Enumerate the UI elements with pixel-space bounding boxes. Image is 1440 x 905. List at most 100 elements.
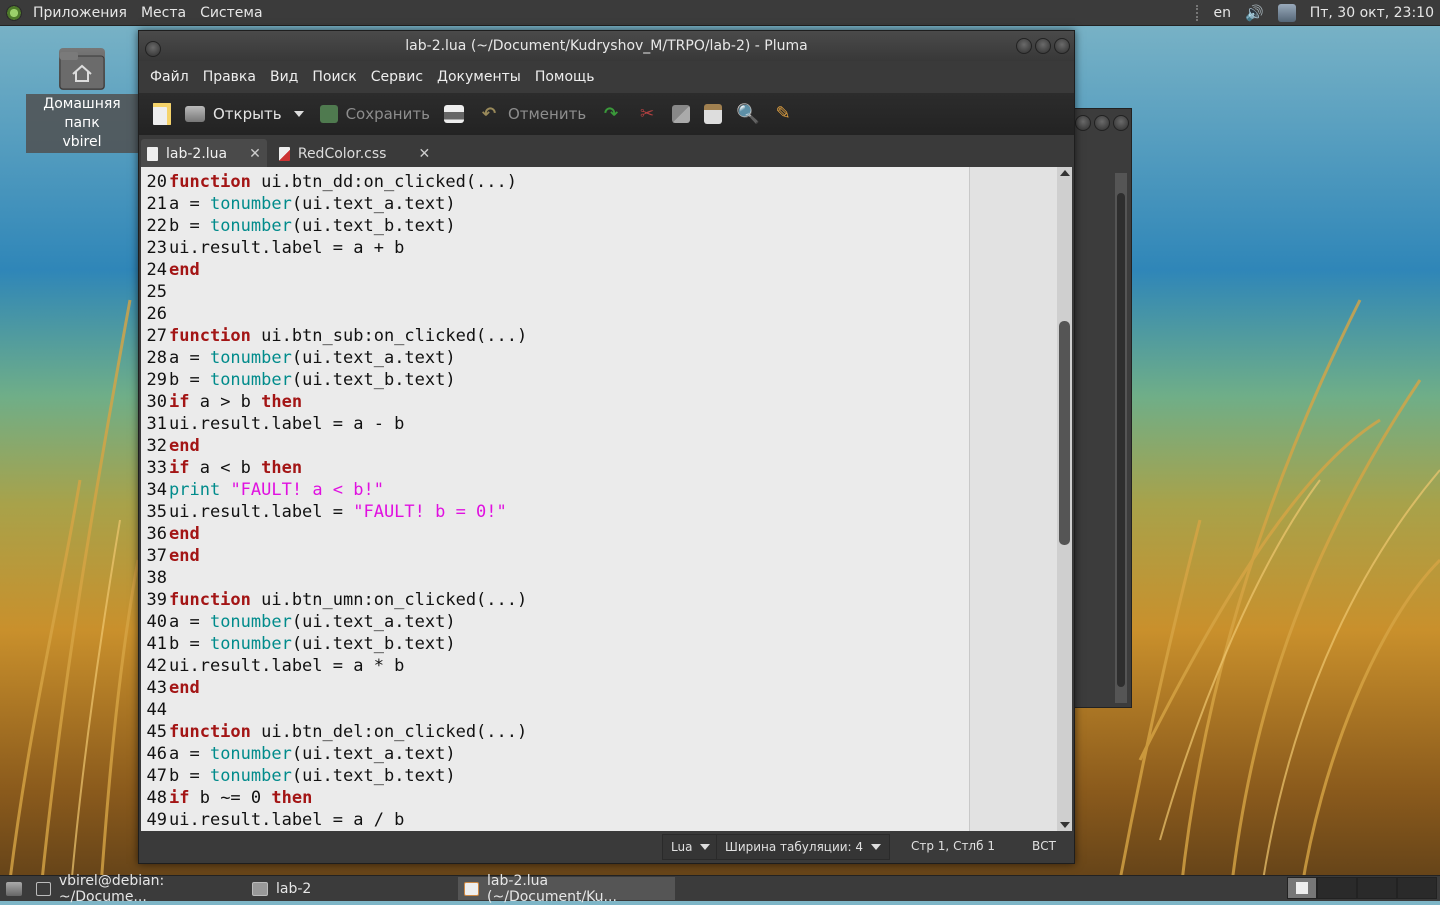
- code-line[interactable]: 48 if b ~= 0 then: [143, 787, 527, 809]
- menu-documents[interactable]: Документы: [430, 69, 528, 85]
- copy-button[interactable]: [668, 98, 694, 130]
- tab-redcolor-css[interactable]: RedColor.css ✕: [273, 139, 436, 169]
- clock[interactable]: Пт, 30 окт, 23:10: [1310, 5, 1434, 21]
- desktop-home-folder[interactable]: Домашняя папк vbirel: [26, 48, 138, 153]
- code-line[interactable]: 32 end: [143, 435, 527, 457]
- user-icon[interactable]: [1277, 3, 1296, 22]
- volume-icon[interactable]: 🔊: [1245, 4, 1264, 22]
- code-line[interactable]: 29 b = tonumber(ui.text_b.text): [143, 369, 527, 391]
- keyboard-layout-indicator[interactable]: en: [1214, 5, 1232, 21]
- task-file-manager[interactable]: lab-2: [246, 877, 458, 900]
- code-line[interactable]: 38: [143, 567, 527, 589]
- line-number: 48: [146, 788, 167, 808]
- code-token: a =: [169, 612, 210, 632]
- code-line[interactable]: 49 ui.result.label = a / b: [143, 809, 527, 831]
- code-line[interactable]: 45 function ui.btn_del:on_clicked(...): [143, 721, 528, 743]
- background-window[interactable]: [1072, 108, 1132, 708]
- code-line[interactable]: 34 print "FAULT! a < b!": [143, 479, 527, 501]
- code-editor[interactable]: 20 function ui.btn_dd:on_clicked(...) 21 a …: [141, 167, 1057, 831]
- code-text: b = tonumber(ui.text_b.text): [169, 634, 456, 654]
- show-desktop-icon[interactable]: [6, 881, 22, 896]
- code-line[interactable]: 27 function ui.btn_sub:on_clicked(...): [143, 325, 528, 347]
- window-titlebar[interactable]: lab-2.lua (~/Document/Kudryshov_M/TRPO/l…: [139, 31, 1074, 61]
- code-line[interactable]: 46 a = tonumber(ui.text_a.text): [143, 743, 527, 765]
- menu-search[interactable]: Поиск: [305, 69, 363, 85]
- workspace-switcher[interactable]: [1287, 877, 1437, 899]
- minimize-icon[interactable]: [1075, 115, 1091, 131]
- menu-view[interactable]: Вид: [263, 69, 305, 85]
- code-line[interactable]: 20 function ui.btn_dd:on_clicked(...): [143, 171, 527, 193]
- code-lines[interactable]: 20 function ui.btn_dd:on_clicked(...) 21 a …: [143, 171, 528, 831]
- code-line[interactable]: 22 b = tonumber(ui.text_b.text): [143, 215, 527, 237]
- scrollbar-thumb[interactable]: [1059, 321, 1070, 545]
- workspace-4[interactable]: [1397, 877, 1437, 899]
- open-recent-dropdown[interactable]: [292, 98, 310, 130]
- new-document-button[interactable]: [149, 98, 175, 130]
- code-line[interactable]: 21 a = tonumber(ui.text_a.text): [143, 193, 527, 215]
- code-line[interactable]: 28 a = tonumber(ui.text_a.text): [143, 347, 527, 369]
- code-line[interactable]: 41 b = tonumber(ui.text_b.text): [143, 633, 527, 655]
- code-line[interactable]: 37 end: [143, 545, 527, 567]
- code-line[interactable]: 24 end: [143, 259, 527, 281]
- code-line[interactable]: 26: [143, 303, 527, 325]
- chevron-down-icon: [293, 111, 304, 117]
- background-window-scrollbar[interactable]: [1115, 173, 1127, 703]
- menu-tools[interactable]: Сервис: [364, 69, 430, 85]
- menu-file[interactable]: Файл: [143, 69, 196, 85]
- tab-lab-2-lua[interactable]: lab-2.lua ✕: [141, 139, 267, 169]
- code-line[interactable]: 23 ui.result.label = a + b: [143, 237, 527, 259]
- workspace-1[interactable]: [1287, 877, 1317, 899]
- code-line[interactable]: 39 function ui.btn_umn:on_clicked(...): [143, 589, 528, 611]
- close-icon[interactable]: [1113, 115, 1129, 131]
- scrollbar-thumb[interactable]: [1117, 193, 1125, 687]
- open-button[interactable]: Открыть: [181, 98, 286, 130]
- save-button[interactable]: Сохранить: [316, 98, 434, 130]
- find-replace-button[interactable]: ✎: [768, 98, 798, 130]
- close-icon[interactable]: [1054, 38, 1070, 54]
- line-number: 28: [146, 348, 167, 368]
- redo-button[interactable]: ↷: [596, 98, 626, 130]
- language-selector[interactable]: Lua: [662, 834, 720, 860]
- menu-places[interactable]: Места: [134, 5, 193, 21]
- close-tab-icon[interactable]: ✕: [418, 146, 430, 162]
- workspace-2[interactable]: [1317, 877, 1357, 899]
- code-line[interactable]: 40 a = tonumber(ui.text_a.text): [143, 611, 527, 633]
- task-pluma[interactable]: lab-2.lua (~/Document/Ku...: [458, 873, 675, 905]
- workspace-3[interactable]: [1357, 877, 1397, 899]
- menu-edit[interactable]: Правка: [196, 69, 263, 85]
- undo-button[interactable]: ↶ Отменить: [474, 98, 590, 130]
- tab-width-selector[interactable]: Ширина табуляции: 4: [716, 834, 891, 860]
- line-number: 41: [146, 634, 167, 654]
- distro-logo-icon[interactable]: [6, 4, 22, 21]
- paste-button[interactable]: [700, 98, 726, 130]
- find-button[interactable]: 🔍: [732, 98, 762, 130]
- tab-label: lab-2.lua: [166, 146, 228, 162]
- window-menu-icon[interactable]: [145, 41, 161, 57]
- minimize-icon[interactable]: [1016, 38, 1032, 54]
- code-line[interactable]: 35 ui.result.label = "FAULT! b = 0!": [143, 501, 527, 523]
- editor-vertical-scrollbar[interactable]: [1057, 167, 1072, 831]
- keyword-token: end: [169, 524, 200, 544]
- maximize-icon[interactable]: [1094, 115, 1110, 131]
- code-line[interactable]: 47 b = tonumber(ui.text_b.text): [143, 765, 527, 787]
- code-line[interactable]: 33 if a < b then: [143, 457, 527, 479]
- code-line[interactable]: 44: [143, 699, 527, 721]
- line-number: 31: [146, 414, 167, 434]
- maximize-icon[interactable]: [1035, 38, 1051, 54]
- scroll-down-icon[interactable]: [1060, 822, 1070, 828]
- close-tab-icon[interactable]: ✕: [249, 146, 261, 162]
- cut-button[interactable]: ✂: [632, 98, 662, 130]
- task-terminal[interactable]: vbirel@debian: ~/Docume...: [30, 873, 246, 905]
- code-line[interactable]: 42 ui.result.label = a * b: [143, 655, 527, 677]
- keyword-token: then: [271, 788, 313, 808]
- code-line[interactable]: 31 ui.result.label = a - b: [143, 413, 527, 435]
- menu-help[interactable]: Помощь: [528, 69, 602, 85]
- scroll-up-icon[interactable]: [1060, 170, 1070, 176]
- print-button[interactable]: [440, 98, 468, 130]
- menu-applications[interactable]: Приложения: [26, 5, 134, 21]
- code-line[interactable]: 36 end: [143, 523, 527, 545]
- menu-system[interactable]: Система: [193, 5, 269, 21]
- code-line[interactable]: 43 end: [143, 677, 527, 699]
- code-line[interactable]: 25: [143, 281, 527, 303]
- code-line[interactable]: 30 if a > b then: [143, 391, 527, 413]
